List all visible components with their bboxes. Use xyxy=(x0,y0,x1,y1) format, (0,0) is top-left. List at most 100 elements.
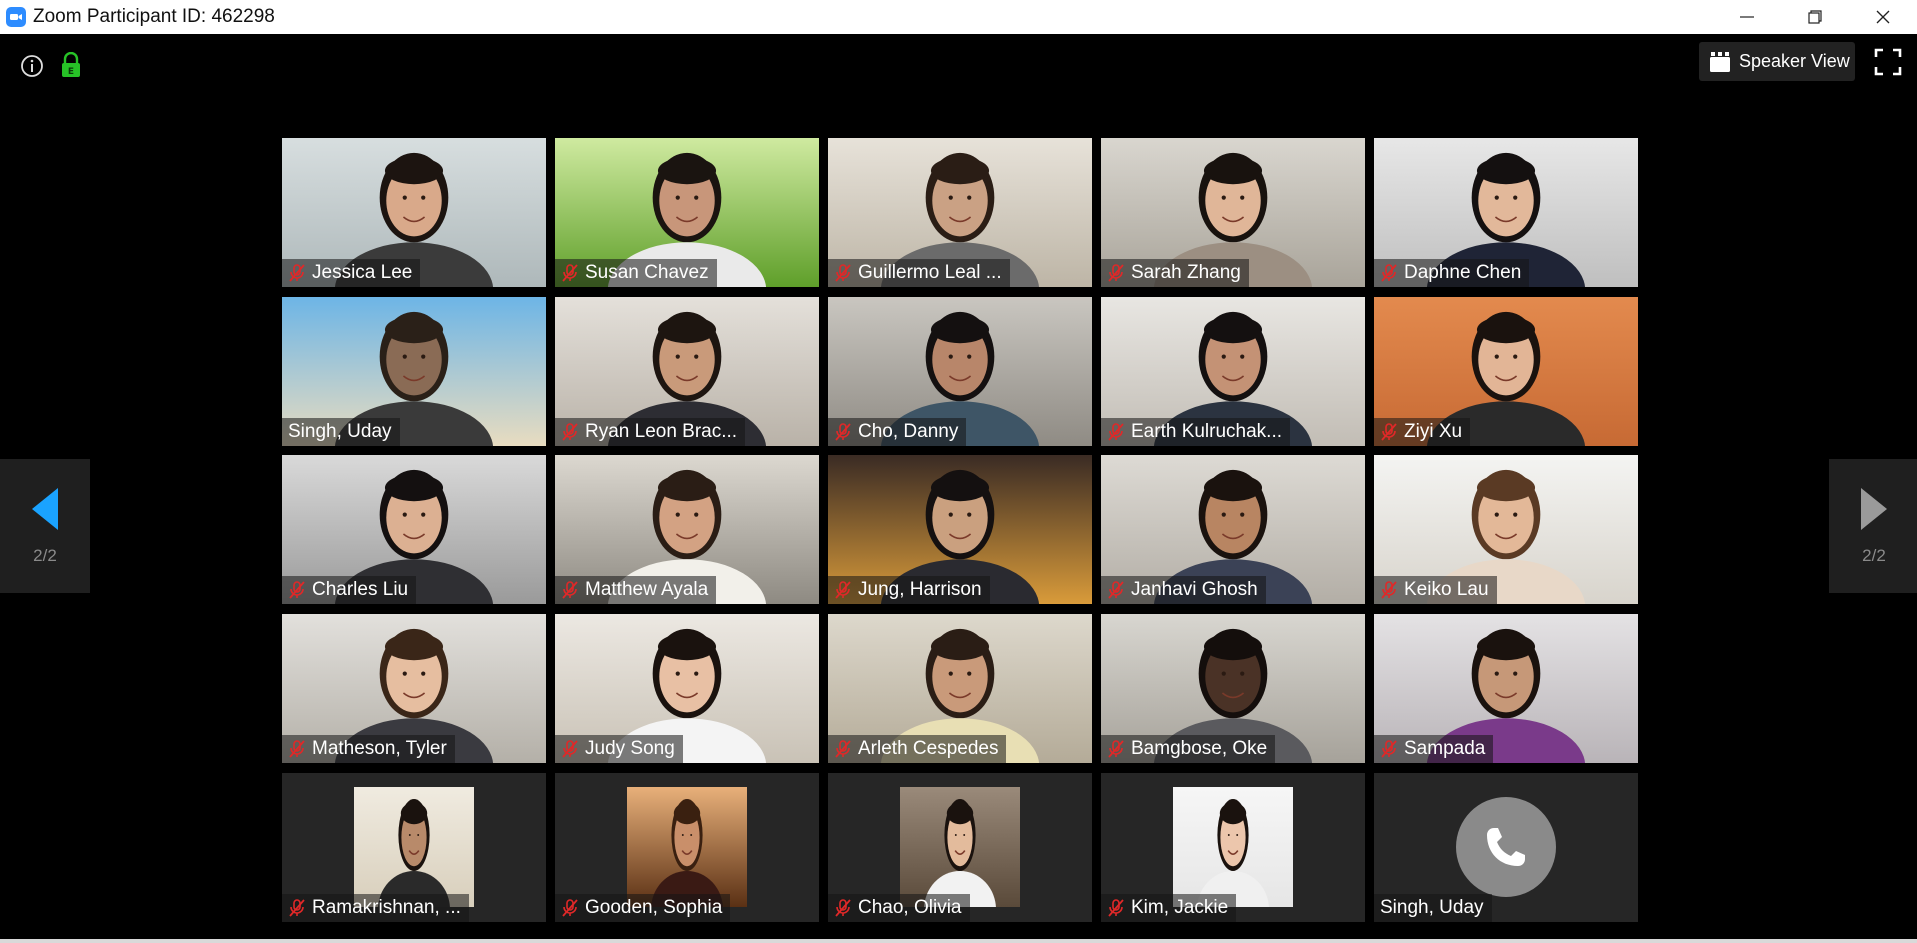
participant-name: Janhavi Ghosh xyxy=(1131,579,1258,601)
close-button[interactable] xyxy=(1849,0,1917,34)
participant-name-tag: Daphne Chen xyxy=(1374,259,1530,287)
participant-name: Susan Chavez xyxy=(585,262,709,283)
minimize-icon xyxy=(1740,16,1754,18)
encryption-lock-icon[interactable]: E xyxy=(60,52,82,78)
mic-muted-icon xyxy=(1381,264,1397,282)
participant-tile[interactable]: Ziyi Xu xyxy=(1374,296,1638,446)
participant-tile[interactable]: Matheson, Tyler xyxy=(282,614,546,764)
participant-name-tag: Singh, Uday xyxy=(1374,893,1492,922)
participant-name: Charles Liu xyxy=(312,579,409,601)
next-page-button[interactable]: 2/2 xyxy=(1829,459,1917,593)
participant-name: Sarah Zhang xyxy=(1131,262,1241,283)
participant-name-tag: Guillermo Leal ... xyxy=(828,259,1010,287)
participant-tile[interactable]: Ramakrishnan, ... xyxy=(282,772,546,922)
participant-name-tag: Chao, Olivia xyxy=(828,893,970,922)
mic-muted-icon xyxy=(1381,422,1397,441)
chevron-left-icon xyxy=(32,488,58,530)
mic-muted-icon xyxy=(562,581,578,599)
participant-tile[interactable]: Bamgbose, Oke xyxy=(1101,614,1365,764)
participant-tile[interactable]: Jessica Lee xyxy=(282,138,546,287)
participant-name: Guillermo Leal ... xyxy=(858,262,1002,283)
participant-tile[interactable]: Charles Liu xyxy=(282,455,546,605)
mic-muted-icon xyxy=(289,581,305,599)
participant-tile[interactable]: Sarah Zhang xyxy=(1101,138,1365,287)
profile-picture xyxy=(627,786,747,907)
mic-muted-icon xyxy=(835,740,851,758)
participant-tile[interactable]: Ryan Leon Brac... xyxy=(555,296,819,446)
participant-name-tag: Bamgbose, Oke xyxy=(1101,735,1276,764)
zoom-app-icon xyxy=(6,7,26,27)
mic-muted-icon xyxy=(835,898,851,917)
participant-name: Ziyi Xu xyxy=(1404,420,1463,442)
mic-muted-icon xyxy=(1108,264,1124,282)
participant-name-tag: Susan Chavez xyxy=(555,259,717,287)
participant-tile[interactable]: Arleth Cespedes xyxy=(828,614,1092,764)
participant-tile[interactable]: Guillermo Leal ... xyxy=(828,138,1092,287)
participant-name: Earth Kulruchak... xyxy=(1131,420,1283,442)
participant-name-tag: Gooden, Sophia xyxy=(555,893,731,922)
participant-tile[interactable]: Sampada xyxy=(1374,614,1638,764)
participant-tile[interactable]: Singh, Uday xyxy=(282,296,546,446)
participant-name-tag: Sarah Zhang xyxy=(1101,259,1249,287)
mic-muted-icon xyxy=(562,740,578,758)
title-bar: Zoom Participant ID: 462298 xyxy=(0,0,1917,34)
participant-name-tag: Arleth Cespedes xyxy=(828,735,1007,764)
participant-name-tag: Ziyi Xu xyxy=(1374,417,1471,446)
mic-muted-icon xyxy=(1108,581,1124,599)
participant-name-tag: Jung, Harrison xyxy=(828,576,990,605)
speaker-view-label: Speaker View xyxy=(1739,51,1850,71)
mic-muted-icon xyxy=(562,898,578,917)
speaker-view-icon xyxy=(1710,51,1730,72)
participant-tile[interactable]: Susan Chavez xyxy=(555,138,819,287)
participant-name-tag: Janhavi Ghosh xyxy=(1101,576,1266,605)
page-indicator-right: 2/2 xyxy=(1862,546,1886,565)
participant-tile[interactable]: Cho, Danny xyxy=(828,296,1092,446)
previous-page-button[interactable]: 2/2 xyxy=(0,459,90,593)
participant-tile[interactable]: Singh, Uday xyxy=(1374,772,1638,922)
participant-tile[interactable]: Keiko Lau xyxy=(1374,455,1638,605)
participant-name: Singh, Uday xyxy=(288,420,392,442)
participant-name-tag: Cho, Danny xyxy=(828,417,967,446)
participant-name-tag: Kim, Jackie xyxy=(1101,893,1237,922)
participant-name: Judy Song xyxy=(585,738,675,760)
participant-name: Matheson, Tyler xyxy=(312,738,447,760)
participant-name: Daphne Chen xyxy=(1404,262,1522,283)
participant-tile[interactable]: Judy Song xyxy=(555,614,819,764)
participant-name-tag: Charles Liu xyxy=(282,576,417,605)
svg-text:E: E xyxy=(68,67,74,77)
restore-button[interactable] xyxy=(1781,0,1849,34)
info-icon[interactable] xyxy=(20,54,44,78)
meeting-area: E Speaker View 2/2 2/2 Jessica Lee Susan … xyxy=(0,34,1917,943)
speaker-view-button[interactable]: Speaker View xyxy=(1699,42,1855,81)
participant-name: Bamgbose, Oke xyxy=(1131,738,1268,760)
participant-name-tag: Jessica Lee xyxy=(282,259,421,287)
participant-tile[interactable]: Chao, Olivia xyxy=(828,772,1092,922)
participant-tile[interactable]: Janhavi Ghosh xyxy=(1101,455,1365,605)
participant-gallery: Jessica Lee Susan Chavez Guillermo Leal ..… xyxy=(282,138,1638,922)
fullscreen-icon[interactable] xyxy=(1874,48,1902,76)
restore-icon xyxy=(1808,10,1822,24)
participant-name: Jung, Harrison xyxy=(858,579,982,601)
participant-name: Sampada xyxy=(1404,738,1486,760)
close-icon xyxy=(1876,10,1890,24)
participant-name-tag: Matheson, Tyler xyxy=(282,735,455,764)
mic-muted-icon xyxy=(289,740,305,758)
participant-name: Chao, Olivia xyxy=(858,896,962,918)
participant-tile[interactable]: Daphne Chen xyxy=(1374,138,1638,287)
participant-tile[interactable]: Jung, Harrison xyxy=(828,455,1092,605)
participant-tile[interactable]: Kim, Jackie xyxy=(1101,772,1365,922)
participant-name: Matthew Ayala xyxy=(585,579,709,601)
participant-name: Ramakrishnan, ... xyxy=(312,896,461,918)
participant-name-tag: Ryan Leon Brac... xyxy=(555,417,746,446)
profile-picture xyxy=(354,786,474,907)
participant-name: Jessica Lee xyxy=(312,262,413,283)
mic-muted-icon xyxy=(1381,740,1397,758)
participant-tile[interactable]: Matthew Ayala xyxy=(555,455,819,605)
participant-name-tag: Keiko Lau xyxy=(1374,576,1497,605)
minimize-button[interactable] xyxy=(1713,0,1781,34)
participant-name-tag: Earth Kulruchak... xyxy=(1101,417,1291,446)
participant-name: Gooden, Sophia xyxy=(585,896,723,918)
mic-muted-icon xyxy=(289,264,305,282)
participant-tile[interactable]: Gooden, Sophia xyxy=(555,772,819,922)
participant-tile[interactable]: Earth Kulruchak... xyxy=(1101,296,1365,446)
